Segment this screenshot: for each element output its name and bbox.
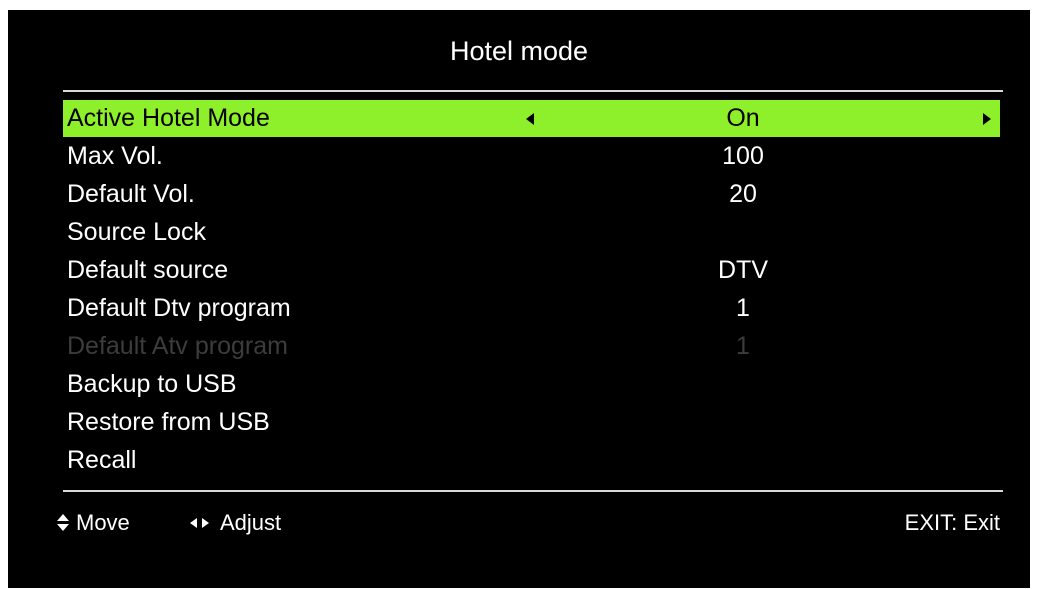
- up-down-arrows-icon: [56, 513, 70, 533]
- page-title: Hotel mode: [449, 36, 589, 66]
- decrease-arrow-icon[interactable]: [526, 113, 534, 125]
- menu-item-default-source[interactable]: Default source DTV: [63, 251, 1000, 289]
- menu-item-backup-to-usb[interactable]: Backup to USB: [63, 365, 1000, 403]
- menu-item-label: Active Hotel Mode: [67, 104, 270, 132]
- menu-item-label: Source Lock: [67, 218, 206, 246]
- menu-item-source-lock[interactable]: Source Lock: [63, 213, 1000, 251]
- menu-item-restore-from-usb[interactable]: Restore from USB: [63, 403, 1000, 441]
- menu-item-label: Backup to USB: [67, 370, 237, 398]
- menu-item-recall[interactable]: Recall: [63, 441, 1000, 479]
- menu-item-label: Max Vol.: [67, 142, 163, 170]
- left-right-arrows-icon: [188, 513, 212, 533]
- menu-item-default-dtv-program[interactable]: Default Dtv program 1: [63, 289, 1000, 327]
- menu-item-value: 100: [722, 142, 764, 170]
- footer-hints: Move Adjust EXIT: Exit: [8, 506, 1030, 540]
- menu-item-value: 1: [736, 332, 750, 360]
- menu-item-label: Default Vol.: [67, 180, 195, 208]
- increase-arrow-icon[interactable]: [983, 113, 991, 125]
- hotel-mode-menu: Active Hotel Mode On Max Vol. 100 Defaul…: [63, 100, 1000, 479]
- menu-item-label: Recall: [67, 446, 137, 474]
- top-divider: [63, 90, 1003, 92]
- move-hint: Move: [56, 506, 130, 540]
- menu-item-label: Default Dtv program: [67, 294, 291, 322]
- hotel-mode-screen: Hotel mode Active Hotel Mode On Max Vol.…: [8, 10, 1030, 588]
- menu-item-label: Default source: [67, 256, 229, 284]
- adjust-hint: Adjust: [188, 506, 281, 540]
- menu-item-active-hotel-mode[interactable]: Active Hotel Mode On: [63, 100, 1000, 137]
- move-hint-label: Move: [76, 510, 130, 535]
- menu-item-label: Restore from USB: [67, 408, 270, 436]
- menu-item-value: 1: [736, 294, 750, 322]
- exit-hint: EXIT: Exit: [904, 510, 1000, 535]
- bottom-divider: [63, 490, 1003, 492]
- menu-item-default-atv-program: Default Atv program 1: [63, 327, 1000, 365]
- adjust-hint-label: Adjust: [220, 510, 282, 535]
- menu-item-value: On: [726, 104, 760, 132]
- menu-item-value: 20: [729, 180, 757, 208]
- menu-item-max-vol[interactable]: Max Vol. 100: [63, 137, 1000, 175]
- menu-item-label: Default Atv program: [67, 332, 288, 360]
- menu-item-default-vol[interactable]: Default Vol. 20: [63, 175, 1000, 213]
- menu-item-value: DTV: [718, 256, 768, 284]
